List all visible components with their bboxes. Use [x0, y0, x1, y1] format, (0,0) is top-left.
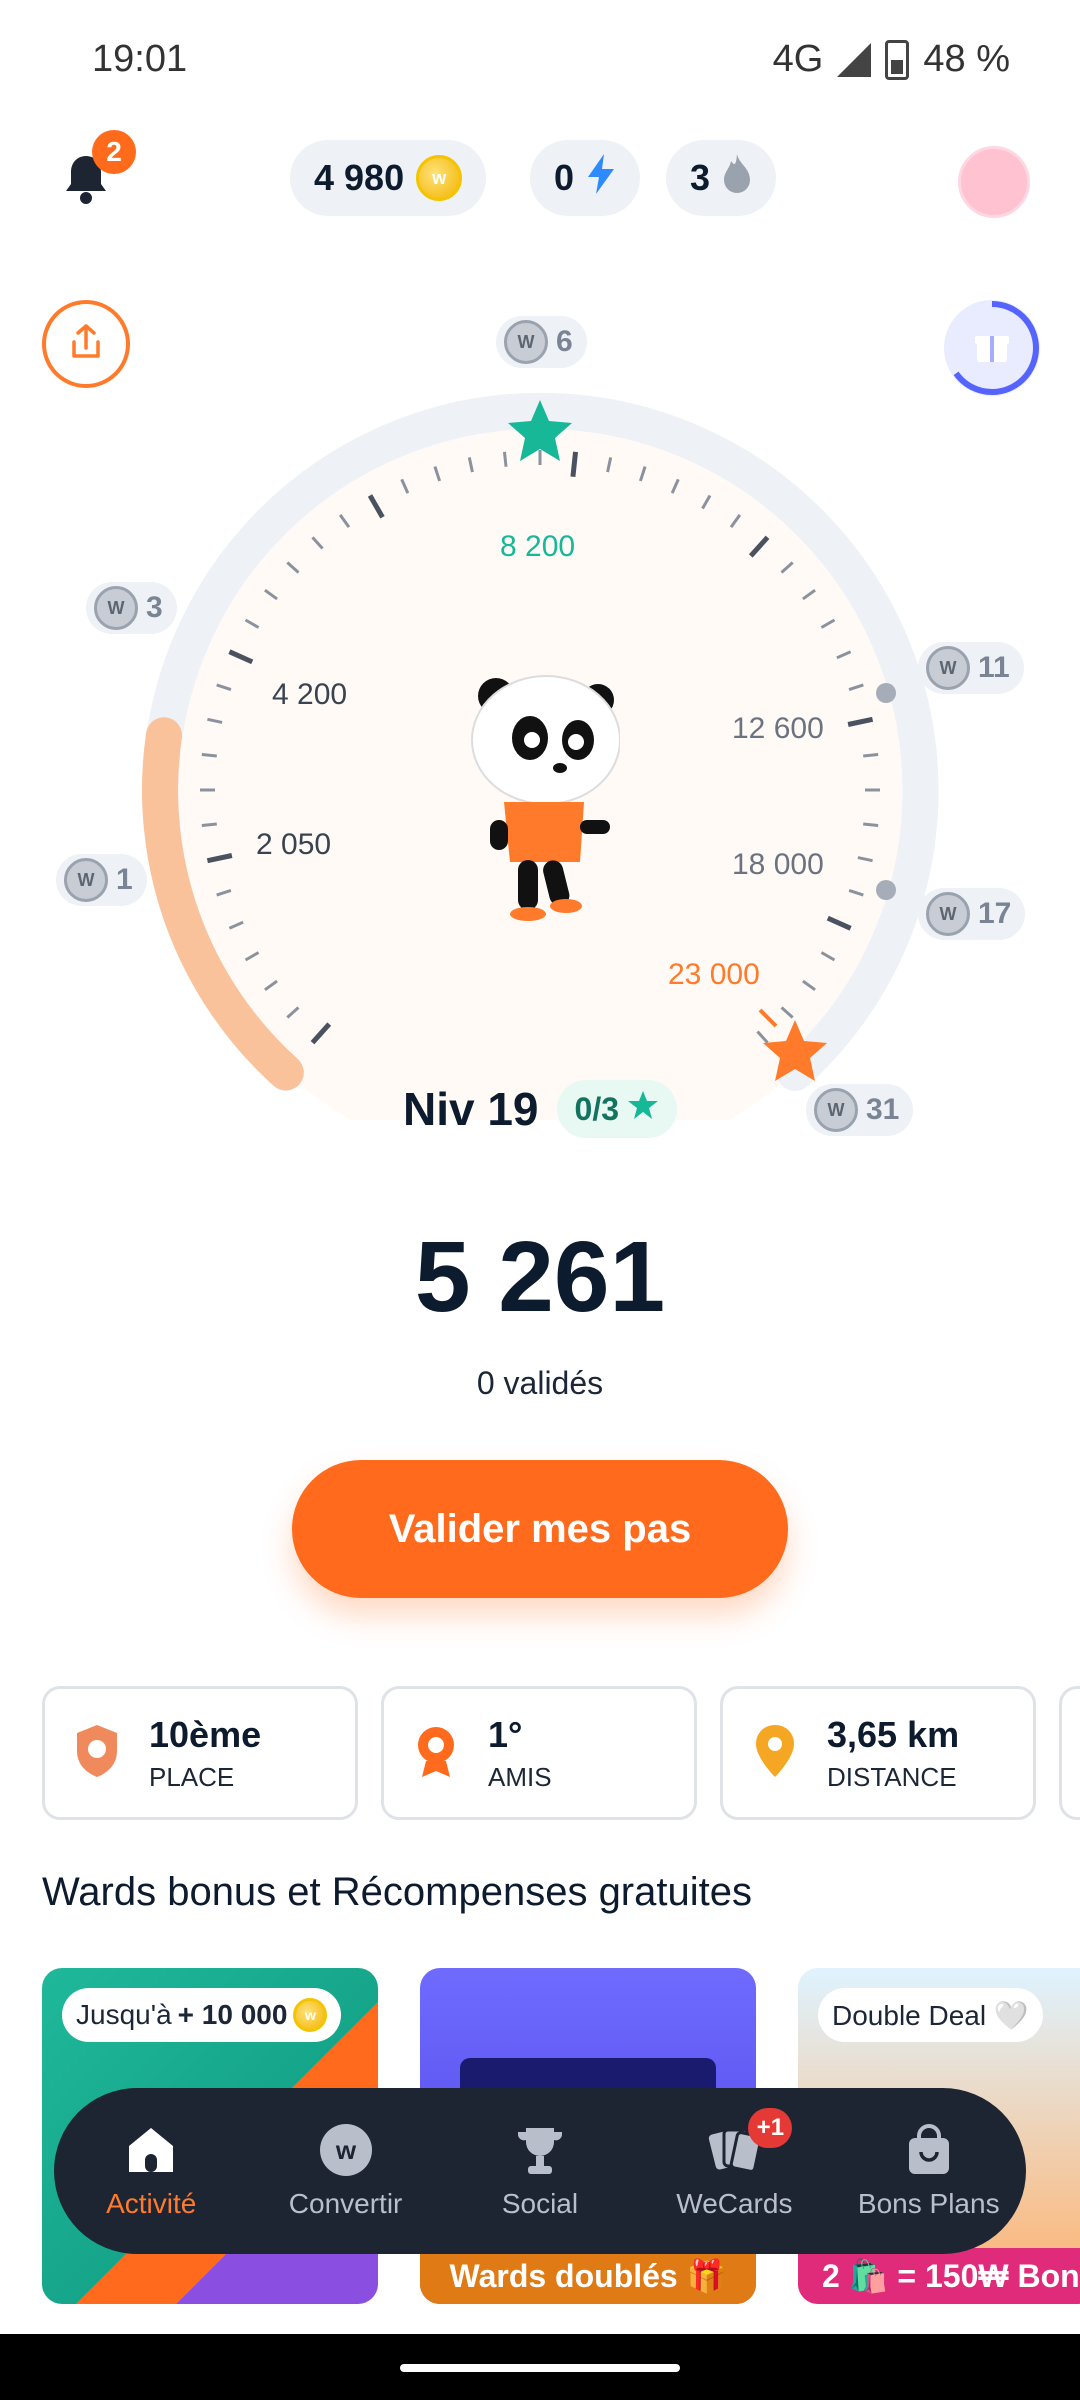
nav-item-convertir[interactable]: w Convertir: [256, 2122, 436, 2220]
profile-avatar[interactable]: [958, 146, 1030, 218]
energy-value: 0: [554, 157, 575, 198]
gauge-tick: [502, 451, 508, 467]
ward-bonus-chip[interactable]: W1: [56, 854, 147, 906]
stat-label: DISTANCE: [827, 1761, 957, 1792]
ward-icon: W: [504, 320, 548, 364]
validated-steps: 0 validés: [476, 1365, 604, 1401]
flame-icon: [722, 153, 752, 203]
nav-item-wecards[interactable]: +1 WeCards: [644, 2108, 824, 2220]
energy-counter[interactable]: 0: [530, 140, 641, 216]
svg-text:w: w: [334, 2135, 356, 2165]
step-count: 5 261: [414, 1221, 666, 1333]
location-pin-icon: [751, 1723, 799, 1784]
stat-card-distance[interactable]: 3,65 km DISTANCE: [720, 1686, 1036, 1820]
nav-label: Activité: [106, 2188, 197, 2219]
wecards-badge: +1: [748, 2108, 793, 2148]
battery-level: 48 %: [923, 38, 1010, 80]
nav-label: Social: [501, 2188, 579, 2219]
ward-bonus-chip[interactable]: W 17: [918, 888, 1026, 940]
stat-card-place[interactable]: 10ème PLACE: [42, 1686, 358, 1820]
validate-steps-button[interactable]: Valider mes pas: [292, 1460, 788, 1598]
gauge-tick: [201, 822, 217, 828]
nav-item-social[interactable]: Social: [450, 2122, 630, 2220]
bottom-navigation: Activité w Convertir Social +1 WeCards B…: [54, 2088, 1026, 2254]
level-row: Niv 19 0/3: [0, 1080, 1080, 1138]
gauge-mark-label: 12 600: [732, 712, 824, 745]
ward-icon: W: [926, 646, 970, 690]
stat-label: AMIS: [488, 1761, 552, 1792]
nav-label: WeCards: [676, 2188, 793, 2219]
nav-label: Bons Plans: [857, 2188, 1000, 2219]
section-title: Wards bonus et Récompenses gratuites: [42, 1870, 752, 1914]
stat-value: 10ème: [149, 1713, 262, 1755]
battery-icon: [885, 39, 910, 80]
reward-tag: Jusqu'à + 10 000 w: [62, 1988, 342, 2042]
coin-balance-value: 4 980: [314, 157, 405, 198]
stat-card-partial[interactable]: [1059, 1686, 1080, 1820]
nav-item-activite[interactable]: Activité: [61, 2122, 241, 2220]
level-label: Niv 19: [402, 1083, 539, 1135]
ward-bonus-chip[interactable]: W 11: [918, 642, 1024, 694]
checkpoint-dot: [876, 880, 896, 900]
home-icon: [123, 2122, 179, 2178]
level-stars-value: 0/3: [574, 1090, 619, 1127]
streak-counter[interactable]: 3: [666, 140, 777, 216]
gauge-tick: [570, 451, 579, 477]
coin-balance[interactable]: 4 980 w: [290, 140, 487, 216]
reward-tag: Double Deal 🤍: [818, 1988, 1043, 2042]
notification-count-badge: 2: [92, 130, 136, 174]
signal-icon: [837, 42, 872, 77]
ward-icon: W: [94, 586, 138, 630]
gauge-mark-label: 18 000: [732, 848, 824, 881]
gauge-tick: [201, 752, 217, 758]
shopping-bag-icon: [901, 2122, 957, 2178]
gauge-mark-label: 2 050: [256, 828, 332, 861]
ward-coin-icon: w: [416, 155, 463, 201]
ward-coin-icon: w: [293, 1998, 328, 2032]
stat-value: 1°: [488, 1713, 523, 1755]
stat-value: 3,65 km: [827, 1713, 960, 1755]
ward-icon: W: [64, 858, 108, 902]
ward-bonus-chip[interactable]: W3: [86, 582, 177, 634]
network-type: 4G: [772, 38, 824, 80]
ward-icon: W: [926, 892, 970, 936]
gauge-mark-label: 23 000: [668, 958, 760, 991]
checkpoint-dot: [876, 683, 896, 703]
level-stars-chip[interactable]: 0/3: [556, 1080, 677, 1138]
ward-coin-icon: w: [318, 2122, 374, 2178]
ranking-shield-icon: [73, 1723, 121, 1784]
stat-card-friends[interactable]: 1° AMIS: [381, 1686, 697, 1820]
panda-mascot: [471, 675, 620, 921]
gauge-tick: [863, 752, 879, 758]
lightning-icon: [586, 153, 616, 203]
reward-footer: 2 🛍️ = 150₩ Bonu: [798, 2248, 1080, 2304]
home-indicator[interactable]: [400, 2364, 680, 2372]
ward-bonus-chip[interactable]: W6: [496, 316, 587, 368]
nav-label: Convertir: [288, 2188, 403, 2219]
reward-footer: Wards doublés 🎁: [420, 2248, 756, 2304]
nav-item-bons-plans[interactable]: Bons Plans: [839, 2122, 1019, 2220]
stat-label: PLACE: [149, 1761, 235, 1792]
friends-badge-icon: [412, 1723, 460, 1784]
status-time: 19:01: [92, 38, 188, 80]
star-icon: [627, 1089, 659, 1129]
gauge-tick: [863, 822, 879, 828]
gauge-mark-label: 4 200: [272, 678, 348, 711]
status-indicators: 4G 48 %: [773, 38, 1010, 81]
trophy-icon: [512, 2122, 568, 2178]
streak-value: 3: [690, 157, 711, 198]
gauge-mark-label: 8 200: [500, 530, 576, 563]
